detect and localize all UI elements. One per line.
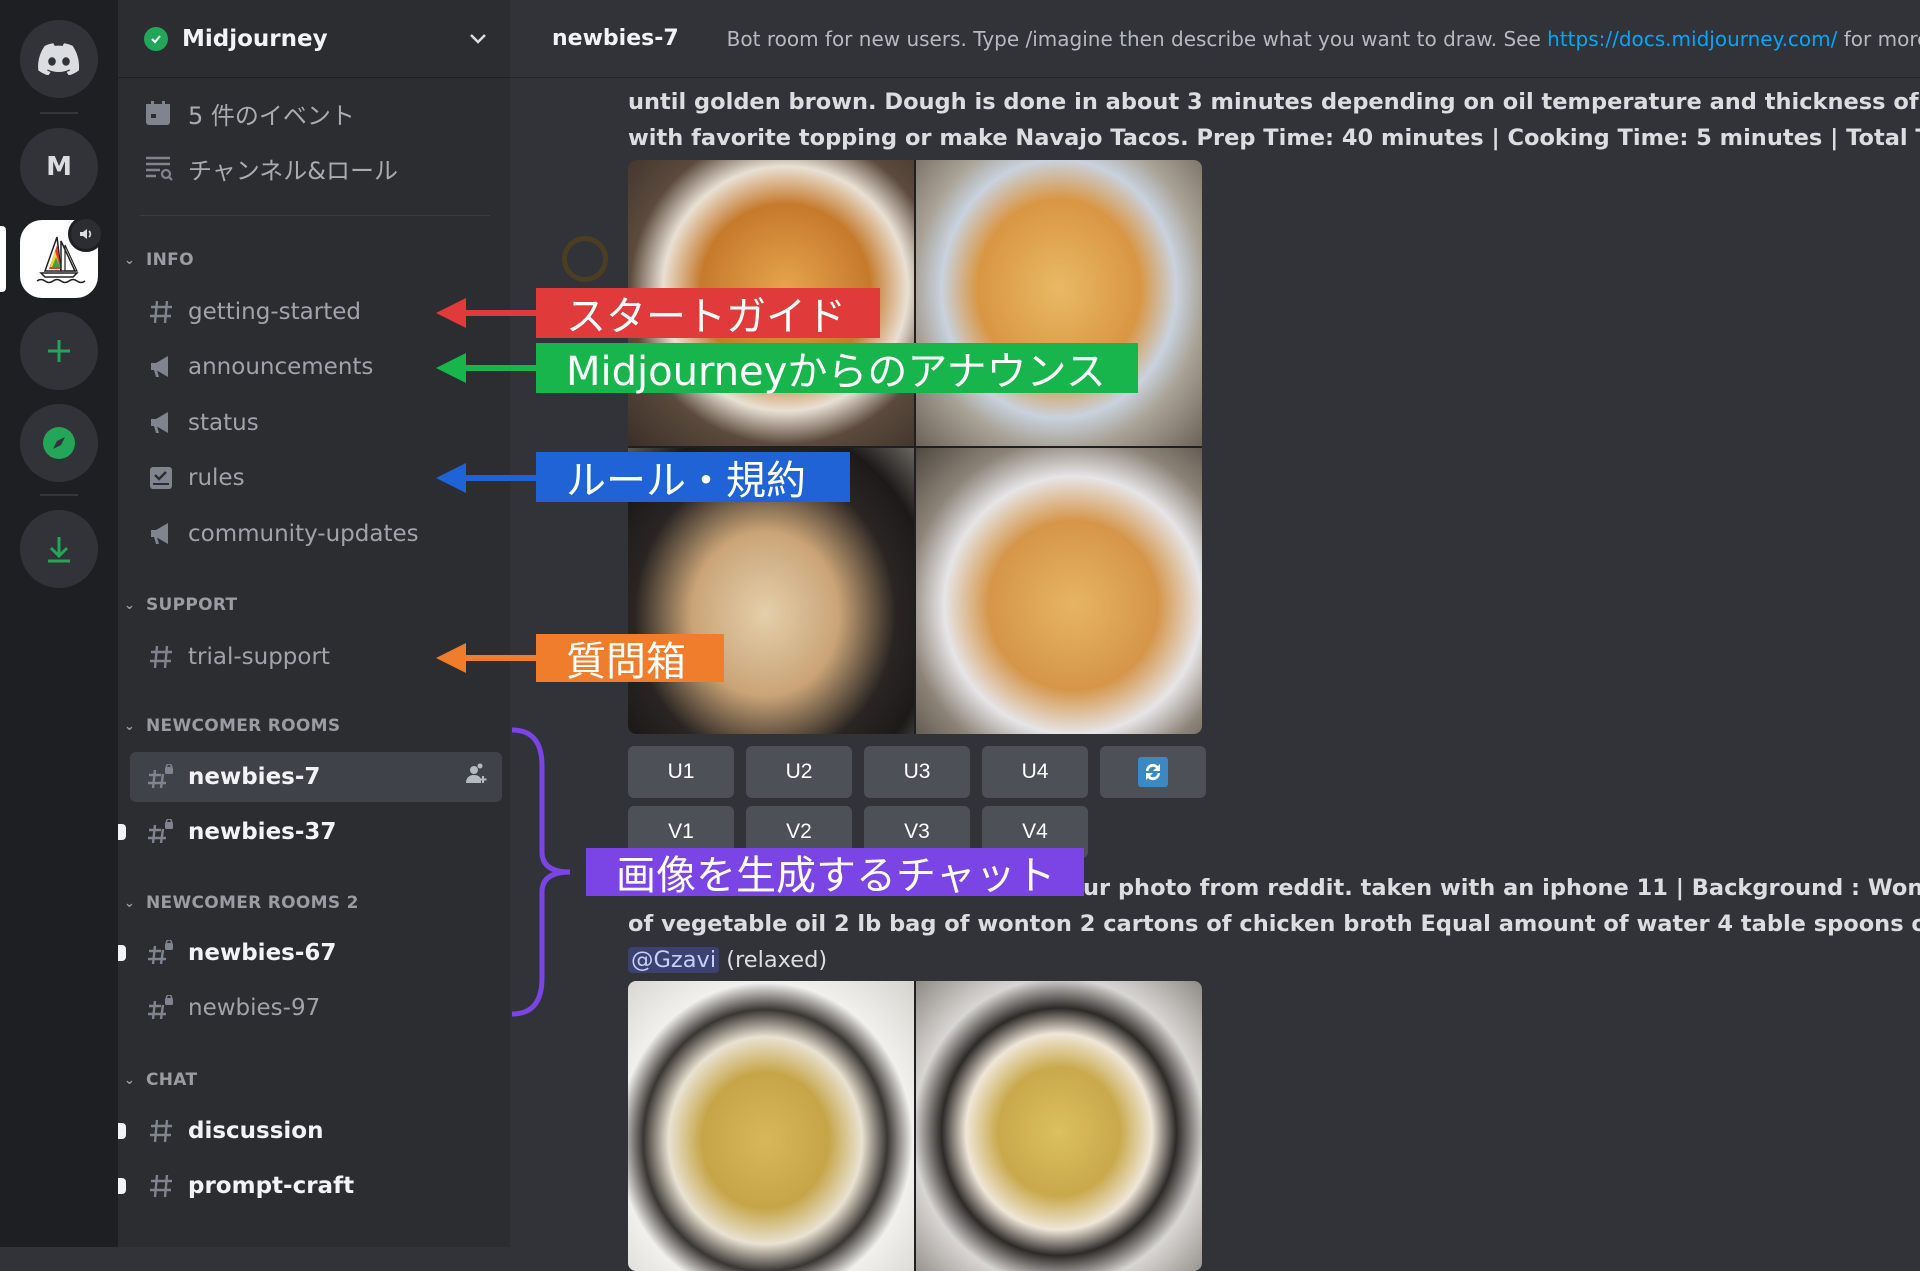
category-newcomer-rooms-2[interactable]: ⌄ NEWCOMER ROOMS 2 xyxy=(124,893,359,913)
category-chat[interactable]: ⌄ CHAT xyxy=(124,1070,197,1090)
megaphone-icon xyxy=(146,521,176,547)
user-mention[interactable]: @Gzavi xyxy=(628,947,720,973)
calendar-icon xyxy=(144,99,176,127)
hash-lock-icon xyxy=(146,819,176,845)
message-text-line: until golden brown. Dough is done in abo… xyxy=(628,89,1920,115)
annotation-image-chat: 画像を生成するチャット xyxy=(586,848,1084,899)
annotation-bracket xyxy=(511,727,571,1017)
channel-newbies-37[interactable]: newbies-37 xyxy=(118,807,502,857)
home-button[interactable] xyxy=(20,20,98,98)
category-newcomer-rooms[interactable]: ⌄ NEWCOMER ROOMS xyxy=(124,716,340,736)
channel-newbies-97[interactable]: newbies-97 xyxy=(130,983,502,1033)
message-text-line: of vegetable oil 2 lb bag of wonton 2 ca… xyxy=(628,911,1920,937)
annotation-rules: ルール・規約 xyxy=(536,452,850,504)
channels-roles-label: チャンネル&ロール xyxy=(188,156,398,185)
hash-icon xyxy=(146,644,176,670)
channel-prompt-craft[interactable]: prompt-craft xyxy=(118,1161,502,1211)
channel-header: newbies-7 Bot room for new users. Type /… xyxy=(510,0,1920,78)
loading-indicator xyxy=(562,236,608,282)
annotation-arrow xyxy=(436,353,538,383)
channels-roles-link[interactable]: チャンネル&ロール xyxy=(144,148,398,188)
compass-icon xyxy=(43,427,75,459)
chevron-down-icon[interactable] xyxy=(468,32,488,46)
message-text-line: ur photo from reddit. taken with an ipho… xyxy=(1083,875,1920,901)
server-m[interactable]: M xyxy=(20,128,98,206)
docs-link[interactable]: https://docs.midjourney.com/ xyxy=(1547,27,1837,51)
upscale-3-button[interactable]: U3 xyxy=(864,746,970,798)
channel-status[interactable]: status xyxy=(130,398,502,448)
channel-community-updates[interactable]: community-updates xyxy=(130,509,502,559)
annotation-trial-support: 質問箱 xyxy=(536,634,724,685)
hash-lock-icon xyxy=(146,995,176,1021)
message-text-line: with favorite topping or make Navajo Tac… xyxy=(628,125,1920,151)
generation-mode: (relaxed) xyxy=(726,947,828,973)
upscale-button-row: U1 U2 U3 U4 xyxy=(628,746,1206,798)
upscale-1-button[interactable]: U1 xyxy=(628,746,734,798)
chevron-down-icon: ⌄ xyxy=(124,895,136,911)
category-info[interactable]: ⌄ INFO xyxy=(124,250,194,270)
channel-newbies-67[interactable]: newbies-67 xyxy=(118,928,502,978)
channel-browse-icon xyxy=(144,153,176,183)
annotation-arrow xyxy=(436,643,538,673)
explore-button[interactable] xyxy=(20,404,98,482)
image-grid[interactable] xyxy=(628,981,1202,1271)
unread-indicator xyxy=(118,1178,126,1194)
events-label: 5 件のイベント xyxy=(188,101,355,130)
create-invite-icon[interactable] xyxy=(464,763,488,791)
megaphone-icon xyxy=(146,354,176,380)
chevron-down-icon: ⌄ xyxy=(124,1072,136,1088)
chevron-down-icon: ⌄ xyxy=(124,718,136,734)
hash-lock-icon xyxy=(146,764,176,790)
reroll-button[interactable] xyxy=(1100,746,1206,798)
server-rail: M xyxy=(0,0,118,1247)
reroll-icon xyxy=(1138,757,1168,787)
annotation-arrow xyxy=(436,463,538,493)
category-support[interactable]: ⌄ SUPPORT xyxy=(124,595,237,615)
upscale-4-button[interactable]: U4 xyxy=(982,746,1088,798)
guild-name: Midjourney xyxy=(182,25,328,52)
sidebar-divider xyxy=(140,215,490,216)
channel-discussion[interactable]: discussion xyxy=(118,1106,502,1156)
channel-newbies-7[interactable]: newbies-7 xyxy=(130,752,502,802)
generated-image[interactable] xyxy=(916,981,1202,1271)
message-meta: @Gzavi (relaxed) xyxy=(628,942,1920,978)
annotation-announcements: Midjourneyからのアナウンス xyxy=(536,343,1138,395)
hash-icon xyxy=(146,1118,176,1144)
add-server-button[interactable] xyxy=(20,312,98,390)
unread-indicator xyxy=(118,945,126,961)
plus-icon xyxy=(48,340,70,362)
server-midjourney[interactable] xyxy=(20,216,104,298)
annotation-start-guide: スタートガイド xyxy=(536,288,880,340)
chevron-down-icon: ⌄ xyxy=(124,597,136,613)
upscale-2-button[interactable]: U2 xyxy=(746,746,852,798)
megaphone-icon xyxy=(146,410,176,436)
rules-checkbox-icon xyxy=(146,465,176,491)
rail-separator xyxy=(40,112,78,114)
channel-sidebar: Midjourney 5 件のイベント チャンネル&ロール ⌄ INFO gett… xyxy=(118,0,608,1247)
selected-server-indicator xyxy=(0,226,6,292)
hash-icon xyxy=(146,299,176,325)
hash-icon xyxy=(146,1173,176,1199)
download-icon xyxy=(48,537,70,563)
generated-image[interactable] xyxy=(628,981,914,1271)
unread-indicator xyxy=(118,1123,126,1139)
channel-title: newbies-7 xyxy=(552,26,679,51)
hash-lock-icon xyxy=(146,940,176,966)
generated-image[interactable] xyxy=(916,160,1202,446)
channel-topic: Bot room for new users. Type /imagine th… xyxy=(726,26,1920,51)
guild-header[interactable]: Midjourney xyxy=(118,0,510,78)
generated-image[interactable] xyxy=(916,448,1202,734)
events-link[interactable]: 5 件のイベント xyxy=(144,93,355,133)
rail-separator xyxy=(40,494,78,496)
discord-logo-icon xyxy=(38,43,80,75)
download-apps-button[interactable] xyxy=(20,510,98,588)
verified-check-icon xyxy=(144,26,168,51)
unread-indicator xyxy=(118,824,126,840)
speaker-icon xyxy=(68,216,104,252)
annotation-arrow xyxy=(436,298,538,328)
chevron-down-icon: ⌄ xyxy=(124,252,136,268)
